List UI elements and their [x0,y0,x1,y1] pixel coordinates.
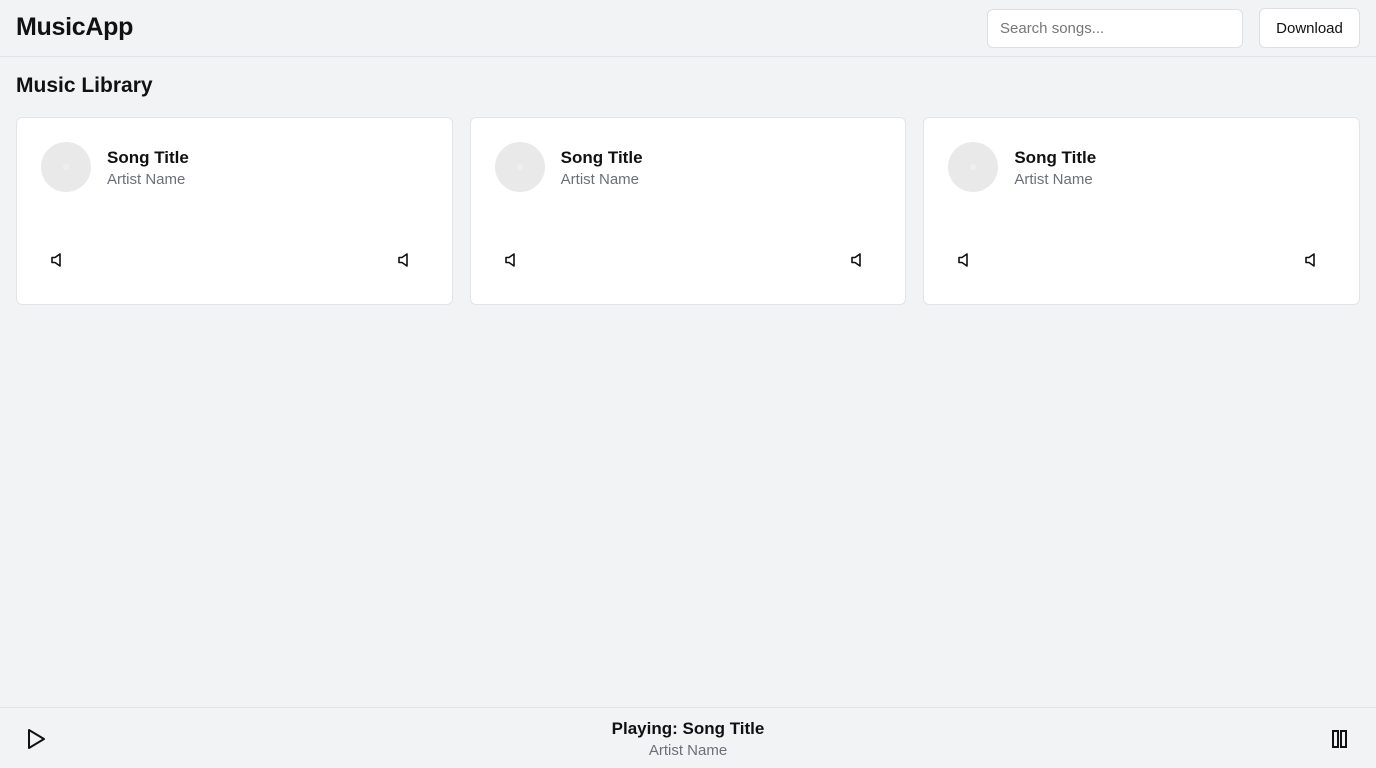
song-card[interactable]: Song Title Artist Name [469,117,907,305]
pause-icon[interactable] [1328,727,1352,751]
now-playing-title: Playing: Song Title [611,719,765,738]
song-card[interactable]: Song Title Artist Name [16,117,453,305]
volume-up-icon[interactable] [1301,250,1321,270]
song-title: Song Title [560,148,643,167]
album-art [948,142,999,192]
now-playing-artist: Artist Name [648,742,728,759]
download-button[interactable]: Download [1259,8,1360,48]
volume-down-icon[interactable] [501,250,521,270]
volume-up-icon[interactable] [394,250,414,270]
song-artist: Artist Name [1014,171,1093,188]
album-art [494,142,545,192]
song-card[interactable]: Song Title Artist Name [923,117,1361,305]
volume-down-icon[interactable] [47,250,67,270]
app-logo: MusicApp [16,13,134,41]
volume-down-icon[interactable] [954,250,974,270]
song-artist: Artist Name [560,171,640,188]
page-title: Music Library [16,74,153,97]
song-artist: Artist Name [107,171,186,188]
song-list: Song Title Artist Name Song Title Artist… [16,117,1361,305]
song-title: Song Title [1014,148,1097,167]
app-header: MusicApp Download [0,0,1376,57]
song-title: Song Title [107,148,189,167]
volume-up-icon[interactable] [847,250,867,270]
search-input[interactable] [987,9,1243,48]
album-art [41,142,91,192]
player-bar: Playing: Song Title Artist Name [0,707,1376,768]
